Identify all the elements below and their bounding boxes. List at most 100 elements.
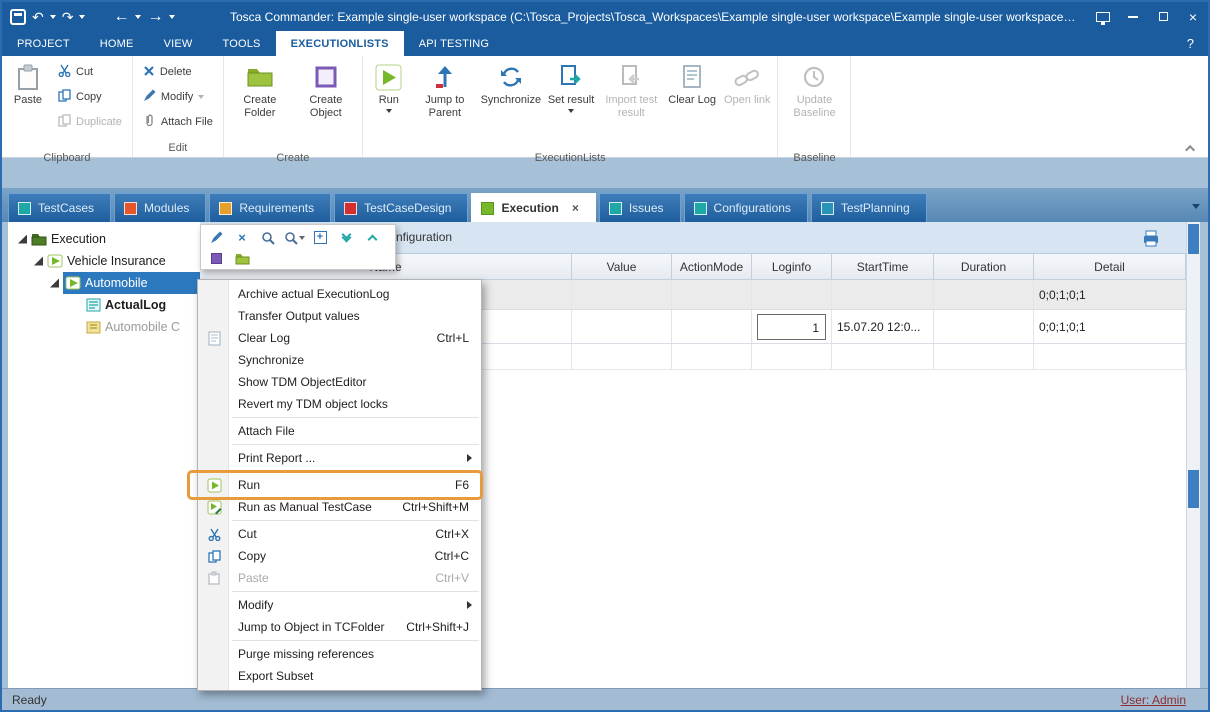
collapse-all-icon[interactable] [360, 228, 384, 248]
column-header-actionmode[interactable]: ActionMode [672, 254, 752, 279]
scrollbar-thumb[interactable] [1188, 470, 1199, 508]
delete-button[interactable]: Delete [137, 62, 219, 82]
column-header-value[interactable]: Value [572, 254, 672, 279]
menu-item-purge-missing-references[interactable]: Purge missing references [198, 643, 481, 665]
menu-item-export-subset[interactable]: Export Subset [198, 665, 481, 687]
undo-button[interactable]: ↶ [32, 10, 44, 24]
cell-starttime[interactable] [832, 280, 934, 309]
menu-item-modify[interactable]: Modify [198, 594, 481, 616]
column-header-loginfo[interactable]: Loginfo [752, 254, 832, 279]
workspace-tab-configurations[interactable]: Configurations [684, 193, 808, 222]
cell-duration[interactable] [934, 280, 1034, 309]
menu-item-copy[interactable]: Copy Ctrl+C [198, 545, 481, 567]
tab-api-testing[interactable]: API TESTING [404, 31, 504, 56]
back-button[interactable]: ← [113, 9, 129, 25]
delete-icon[interactable]: × [230, 228, 254, 248]
help-button[interactable]: ? [1173, 31, 1208, 56]
redo-dropdown-icon[interactable] [79, 15, 85, 19]
clear-log-button[interactable]: Clear Log [665, 58, 719, 150]
cell-detail[interactable] [1034, 344, 1186, 369]
workspace-tab-testplanning[interactable]: TestPlanning [811, 193, 927, 222]
scrollbar-top-button[interactable] [1188, 224, 1199, 254]
expander-icon[interactable] [34, 257, 43, 266]
ribbon-collapse-button[interactable] [1184, 142, 1198, 154]
column-header-duration[interactable]: Duration [934, 254, 1034, 279]
cell-value[interactable] [572, 280, 672, 309]
tree-item-automobile-c[interactable]: Automobile C [8, 316, 200, 338]
tree-item-automobile[interactable]: Automobile [8, 272, 200, 294]
zoom-options-icon[interactable] [282, 228, 306, 248]
redo-button[interactable]: ↷ [62, 10, 74, 24]
column-header-starttime[interactable]: StartTime [832, 254, 934, 279]
edit-icon[interactable] [204, 228, 228, 248]
modify-button[interactable]: Modify [137, 87, 219, 107]
paste-button[interactable]: Paste [6, 58, 50, 150]
set-result-button[interactable]: Set result [545, 58, 597, 150]
tab-view[interactable]: VIEW [149, 31, 208, 56]
display-icon[interactable] [1088, 2, 1118, 31]
cut-button[interactable]: Cut [52, 62, 128, 82]
menu-item-attach-file[interactable]: Attach File [198, 420, 481, 442]
menu-item-print-report[interactable]: Print Report ... [198, 447, 481, 469]
vertical-scrollbar[interactable] [1186, 222, 1200, 688]
add-icon[interactable]: + [308, 228, 332, 248]
attach-file-button[interactable]: Attach File [137, 112, 219, 132]
tab-overflow-button[interactable] [1192, 196, 1200, 214]
workspace-tab-issues[interactable]: Issues [599, 193, 681, 222]
copy-button[interactable]: Copy [52, 87, 128, 107]
jump-to-parent-button[interactable]: Jump to Parent [413, 58, 477, 150]
cell-actionmode[interactable] [672, 344, 752, 369]
set-result-dropdown-icon[interactable] [568, 109, 574, 113]
zoom-icon[interactable] [256, 228, 280, 248]
expand-all-icon[interactable] [334, 228, 358, 248]
menu-item-revert-tdm-object-locks[interactable]: Revert my TDM object locks [198, 393, 481, 415]
workspace-tab-requirements[interactable]: Requirements [209, 193, 331, 222]
tree-item-actuallog[interactable]: ActualLog [8, 294, 200, 316]
cell-starttime[interactable]: 15.07.20 12:0... [832, 310, 934, 343]
maximize-button[interactable] [1148, 2, 1178, 31]
tree-item-execution[interactable]: Execution [8, 228, 200, 250]
tab-home[interactable]: HOME [85, 31, 149, 56]
menu-item-jump-to-object-in-tcfolder[interactable]: Jump to Object in TCFolder Ctrl+Shift+J [198, 616, 481, 638]
cell-loginfo[interactable] [752, 344, 832, 369]
cell-duration[interactable] [934, 344, 1034, 369]
cell-actionmode[interactable] [672, 280, 752, 309]
cell-value[interactable] [572, 344, 672, 369]
user-link[interactable]: User: Admin [1121, 693, 1198, 707]
expander-icon[interactable] [50, 279, 59, 288]
menu-item-cut[interactable]: Cut Ctrl+X [198, 523, 481, 545]
tab-project[interactable]: PROJECT [2, 31, 85, 56]
cell-starttime[interactable] [832, 344, 934, 369]
create-folder-button[interactable]: Create Folder [228, 58, 292, 150]
loginfo-edit-field[interactable]: 1 [757, 314, 826, 340]
forward-dropdown-icon[interactable] [169, 15, 175, 19]
cell-duration[interactable] [934, 310, 1034, 343]
menu-item-run-as-manual-testcase[interactable]: Run as Manual TestCase Ctrl+Shift+M [198, 496, 481, 518]
forward-button[interactable]: → [147, 9, 163, 25]
minimize-button[interactable] [1118, 2, 1148, 31]
print-icon[interactable] [1142, 230, 1160, 252]
synchronize-button[interactable]: Synchronize [479, 58, 543, 150]
tab-tools[interactable]: TOOLS [207, 31, 275, 56]
close-tab-icon[interactable]: × [572, 201, 579, 215]
menu-item-run[interactable]: Run F6 [198, 474, 481, 496]
menu-item-synchronize[interactable]: Synchronize [198, 349, 481, 371]
tab-executionlists[interactable]: EXECUTIONLISTS [276, 31, 404, 56]
modify-dropdown-icon[interactable] [198, 95, 204, 99]
folder-icon[interactable] [230, 249, 254, 269]
cell-value[interactable] [572, 310, 672, 343]
undo-dropdown-icon[interactable] [50, 15, 56, 19]
cell-loginfo-editor[interactable]: 1 [752, 310, 832, 343]
run-dropdown-icon[interactable] [386, 109, 392, 113]
create-object-button[interactable]: Create Object [294, 58, 358, 150]
cell-detail[interactable]: 0;0;1;0;1 [1034, 280, 1186, 309]
workspace-tab-testcasedesign[interactable]: TestCaseDesign [334, 193, 468, 222]
workspace-tab-modules[interactable]: Modules [114, 193, 206, 222]
expander-icon[interactable] [18, 235, 27, 244]
workspace-tab-execution[interactable]: Execution× [471, 193, 595, 222]
close-button[interactable]: × [1178, 2, 1208, 31]
run-button[interactable]: Run [367, 58, 411, 150]
tree-item-vehicle-insurance[interactable]: Vehicle Insurance [8, 250, 200, 272]
menu-item-clear-log[interactable]: Clear Log Ctrl+L [198, 327, 481, 349]
column-header-detail[interactable]: Detail [1034, 254, 1186, 279]
